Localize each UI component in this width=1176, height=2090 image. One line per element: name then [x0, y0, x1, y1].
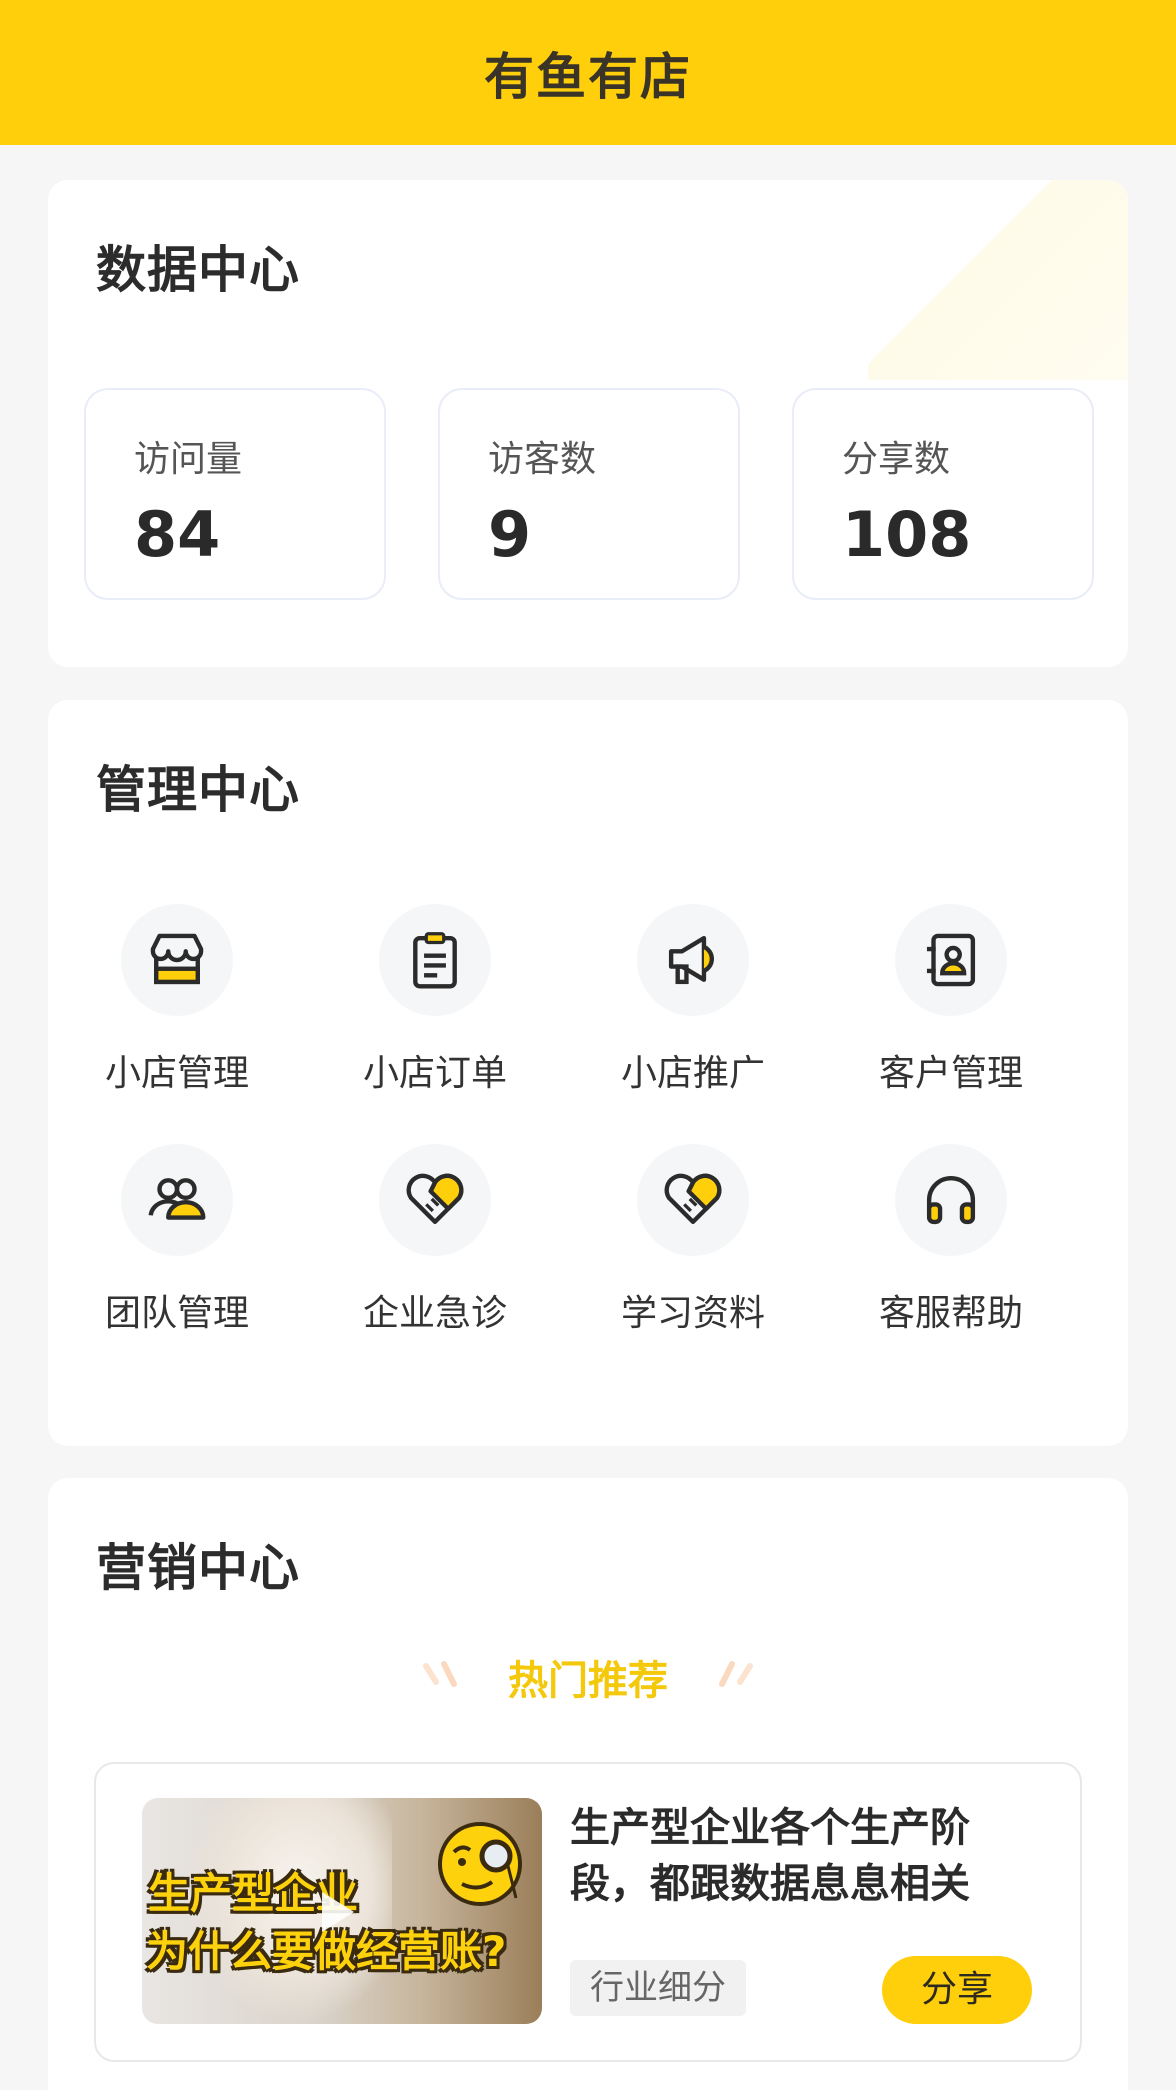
play-icon[interactable] [322, 1892, 354, 1932]
heart-bandage-icon [637, 1144, 749, 1256]
data-center-title: 数据中心 [96, 241, 300, 299]
store-icon [121, 904, 233, 1016]
grid-item-store-management[interactable]: 小店管理 [48, 904, 306, 1104]
stat-shares[interactable]: 分享数 108 [792, 388, 1094, 600]
sparkle-right-icon [719, 1661, 753, 1687]
monocle-emoji-icon [438, 1822, 522, 1906]
grid-item-customer-service[interactable]: 客服帮助 [822, 1144, 1080, 1344]
grid-label: 小店管理 [104, 1053, 249, 1094]
contacts-book-icon [895, 904, 1007, 1016]
grid-label: 客服帮助 [878, 1293, 1023, 1334]
management-center-title: 管理中心 [96, 761, 300, 819]
grid-label: 小店订单 [362, 1053, 507, 1094]
stat-value: 9 [488, 498, 532, 571]
stat-label: 访客数 [488, 439, 597, 480]
video-thumbnail[interactable]: 生产型企业 为什么要做经营账? [142, 1798, 542, 2024]
team-icon [121, 1144, 233, 1256]
grid-item-customer-management[interactable]: 客户管理 [822, 904, 1080, 1104]
marketing-center-title: 营销中心 [96, 1539, 300, 1597]
clipboard-icon [379, 904, 491, 1016]
grid-item-store-promotion[interactable]: 小店推广 [564, 904, 822, 1104]
card-decoration [868, 180, 1128, 380]
headphones-icon [895, 1144, 1007, 1256]
app-header: 有鱼有店 [0, 0, 1176, 145]
stat-label: 访问量 [134, 439, 243, 480]
grid-label: 学习资料 [620, 1293, 765, 1334]
recommendation-item[interactable]: 生产型企业 为什么要做经营账? 生产型企业各个生产阶段，都跟数据息息相关 行业细… [94, 1762, 1082, 2062]
data-center-card: 数据中心 访问量 84 访客数 9 分享数 108 [48, 180, 1128, 667]
stat-label: 分享数 [842, 439, 951, 480]
marketing-center-card: 营销中心 热门推荐 生产型企业 为什么要做经营账? 生产型企业各个生产阶段，都跟… [48, 1478, 1128, 2090]
share-button[interactable]: 分享 [882, 1956, 1032, 2024]
megaphone-icon [637, 904, 749, 1016]
category-tag: 行业细分 [570, 1960, 746, 2016]
recommendation-title[interactable]: 生产型企业各个生产阶段，都跟数据息息相关 [570, 1800, 1040, 1912]
grid-item-learning-materials[interactable]: 学习资料 [564, 1144, 822, 1344]
hot-recommend-title: 热门推荐 [508, 1658, 668, 1704]
grid-item-store-orders[interactable]: 小店订单 [306, 904, 564, 1104]
app-title: 有鱼有店 [484, 47, 692, 106]
grid-label: 小店推广 [620, 1053, 765, 1094]
grid-label: 客户管理 [878, 1053, 1023, 1094]
stat-value: 108 [842, 498, 972, 571]
stat-visits[interactable]: 访问量 84 [84, 388, 386, 600]
management-center-card: 管理中心 小店管理 小店订单 小店推广 客户管理 团队管理 企业急诊 学习资料 … [48, 700, 1128, 1446]
grid-label: 团队管理 [104, 1293, 249, 1334]
grid-item-team-management[interactable]: 团队管理 [48, 1144, 306, 1344]
grid-label: 企业急诊 [362, 1293, 507, 1334]
grid-item-enterprise-emergency[interactable]: 企业急诊 [306, 1144, 564, 1344]
stat-visitors[interactable]: 访客数 9 [438, 388, 740, 600]
stat-value: 84 [134, 498, 221, 571]
heart-bandage-icon [379, 1144, 491, 1256]
